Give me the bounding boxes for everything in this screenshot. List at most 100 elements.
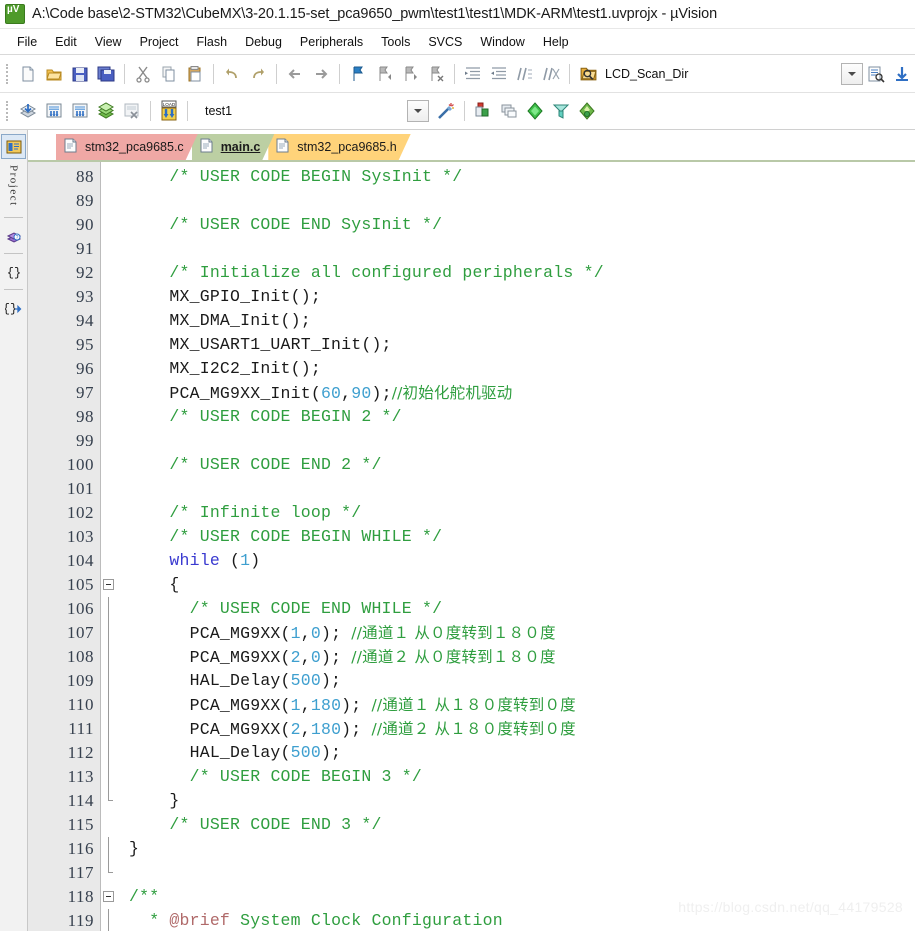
uncomment-icon[interactable]: [538, 61, 564, 87]
project-window-icon[interactable]: [1, 134, 26, 159]
code-line[interactable]: MX_I2C2_Init();: [129, 357, 915, 381]
fold-collapse-icon[interactable]: [103, 579, 114, 590]
code-line[interactable]: PCA_MG9XX(1,0); //通道１ 从０度转到１８０度: [129, 621, 915, 645]
menu-item-project[interactable]: Project: [131, 32, 188, 52]
bookmark-next-icon[interactable]: [397, 61, 423, 87]
menu-item-debug[interactable]: Debug: [236, 32, 291, 52]
code-editor[interactable]: 88 89 90 91 92 93 94 95 96 97 98 99 100 101 102 103 104 1…: [28, 162, 915, 931]
menu-item-help[interactable]: Help: [534, 32, 578, 52]
copy-icon[interactable]: [156, 61, 182, 87]
code-line[interactable]: /* Infinite loop */: [129, 501, 915, 525]
code-folding-column[interactable]: [101, 162, 121, 931]
pack-filter-icon[interactable]: [548, 98, 574, 124]
fold-marker-row[interactable]: [101, 885, 121, 909]
build-icon[interactable]: [41, 98, 67, 124]
editor-tab-stm32-pca9685-c[interactable]: stm32_pca9685.c: [56, 134, 198, 160]
menu-item-edit[interactable]: Edit: [46, 32, 86, 52]
code-line[interactable]: MX_DMA_Init();: [129, 309, 915, 333]
code-line[interactable]: [129, 861, 915, 885]
code-line[interactable]: [129, 477, 915, 501]
editor-tab-strip: stm32_pca9685.c main.c stm32_pca9685.h: [28, 130, 915, 162]
code-line[interactable]: * @brief System Clock Configuration: [129, 909, 915, 931]
bookmark-toggle-icon[interactable]: [345, 61, 371, 87]
target-select-dropdown[interactable]: [407, 100, 430, 122]
bookmark-prev-icon[interactable]: [371, 61, 397, 87]
code-line[interactable]: }: [129, 837, 915, 861]
code-line[interactable]: /* USER CODE END WHILE */: [129, 597, 915, 621]
menu-item-svcs[interactable]: SVCS: [419, 32, 471, 52]
navigate-back-icon[interactable]: [282, 61, 308, 87]
pack-manager-icon[interactable]: [574, 98, 600, 124]
code-line[interactable]: {: [129, 573, 915, 597]
project-dock-label[interactable]: Project: [8, 165, 20, 207]
open-file-icon[interactable]: [41, 61, 67, 87]
fold-marker-row: [101, 549, 121, 573]
stop-build-icon[interactable]: [119, 98, 145, 124]
navigate-forward-icon[interactable]: [308, 61, 334, 87]
undo-icon[interactable]: [219, 61, 245, 87]
fold-marker-row: [101, 501, 121, 525]
templates-window-icon[interactable]: {}: [1, 296, 26, 321]
save-all-icon[interactable]: [93, 61, 119, 87]
code-line[interactable]: /* Initialize all configured peripherals…: [129, 261, 915, 285]
fold-collapse-icon[interactable]: [103, 891, 114, 902]
menu-item-tools[interactable]: Tools: [372, 32, 419, 52]
toolbar-grip[interactable]: [6, 101, 11, 121]
menu-item-file[interactable]: File: [8, 32, 46, 52]
code-line[interactable]: /* USER CODE BEGIN 3 */: [129, 765, 915, 789]
editor-tab-label: main.c: [220, 140, 261, 154]
editor-tab-main-c[interactable]: main.c: [192, 134, 275, 160]
bookmark-find-icon[interactable]: [863, 61, 889, 87]
editor-tab-stm32-pca9685-h[interactable]: stm32_pca9685.h: [268, 134, 410, 160]
code-line[interactable]: HAL_Delay(500);: [129, 669, 915, 693]
functions-window-icon[interactable]: {}: [1, 260, 26, 285]
code-line[interactable]: HAL_Delay(500);: [129, 741, 915, 765]
code-line[interactable]: MX_USART1_UART_Init();: [129, 333, 915, 357]
comment-icon[interactable]: [512, 61, 538, 87]
outdent-icon[interactable]: [486, 61, 512, 87]
bookmark-clear-icon[interactable]: [423, 61, 449, 87]
menu-item-peripherals[interactable]: Peripherals: [291, 32, 372, 52]
fold-marker-row[interactable]: [101, 573, 121, 597]
code-line[interactable]: /* USER CODE BEGIN WHILE */: [129, 525, 915, 549]
code-line[interactable]: PCA_MG9XX(2,0); //通道２ 从０度转到１８０度: [129, 645, 915, 669]
menu-item-view[interactable]: View: [86, 32, 131, 52]
insert-icon[interactable]: [889, 61, 915, 87]
cut-icon[interactable]: [130, 61, 156, 87]
code-text[interactable]: /* USER CODE BEGIN SysInit */ /* USER CO…: [121, 162, 915, 931]
books-window-icon[interactable]: ?: [1, 224, 26, 249]
toolbar-grip[interactable]: [6, 63, 11, 84]
code-line[interactable]: PCA_MG9XX(2,180); //通道２ 从１８０度转到０度: [129, 717, 915, 741]
code-line[interactable]: PCA_MG9XX(1,180); //通道１ 从１８０度转到０度: [129, 693, 915, 717]
menu-item-flash[interactable]: Flash: [187, 32, 236, 52]
toolbar-combo-dropdown[interactable]: [841, 62, 863, 85]
code-line[interactable]: /* USER CODE BEGIN 2 */: [129, 405, 915, 429]
code-line[interactable]: /* USER CODE BEGIN SysInit */: [129, 165, 915, 189]
code-line[interactable]: PCA_MG9XX_Init(60,90);//初始化舵机驱动: [129, 381, 915, 405]
code-line[interactable]: MX_GPIO_Init();: [129, 285, 915, 309]
rebuild-icon[interactable]: [67, 98, 93, 124]
redo-icon[interactable]: [245, 61, 271, 87]
code-line[interactable]: /**: [129, 885, 915, 909]
paste-icon[interactable]: [182, 61, 208, 87]
indent-icon[interactable]: [460, 61, 486, 87]
code-line[interactable]: }: [129, 789, 915, 813]
load-icon[interactable]: LOAD: [156, 98, 182, 124]
code-line[interactable]: [129, 429, 915, 453]
code-line[interactable]: /* USER CODE END SysInit */: [129, 213, 915, 237]
code-line[interactable]: /* USER CODE END 3 */: [129, 813, 915, 837]
find-in-files-icon[interactable]: [575, 61, 601, 87]
magic-wand-icon[interactable]: [433, 98, 459, 124]
manage-components-icon[interactable]: [496, 98, 522, 124]
code-line[interactable]: [129, 189, 915, 213]
translate-icon[interactable]: [15, 98, 41, 124]
target-options-icon[interactable]: [470, 98, 496, 124]
pack-installer-icon[interactable]: [522, 98, 548, 124]
code-line[interactable]: /* USER CODE END 2 */: [129, 453, 915, 477]
batch-build-icon[interactable]: [93, 98, 119, 124]
code-line[interactable]: while (1): [129, 549, 915, 573]
save-icon[interactable]: [67, 61, 93, 87]
menu-item-window[interactable]: Window: [471, 32, 533, 52]
code-line[interactable]: [129, 237, 915, 261]
new-file-icon[interactable]: [15, 61, 41, 87]
